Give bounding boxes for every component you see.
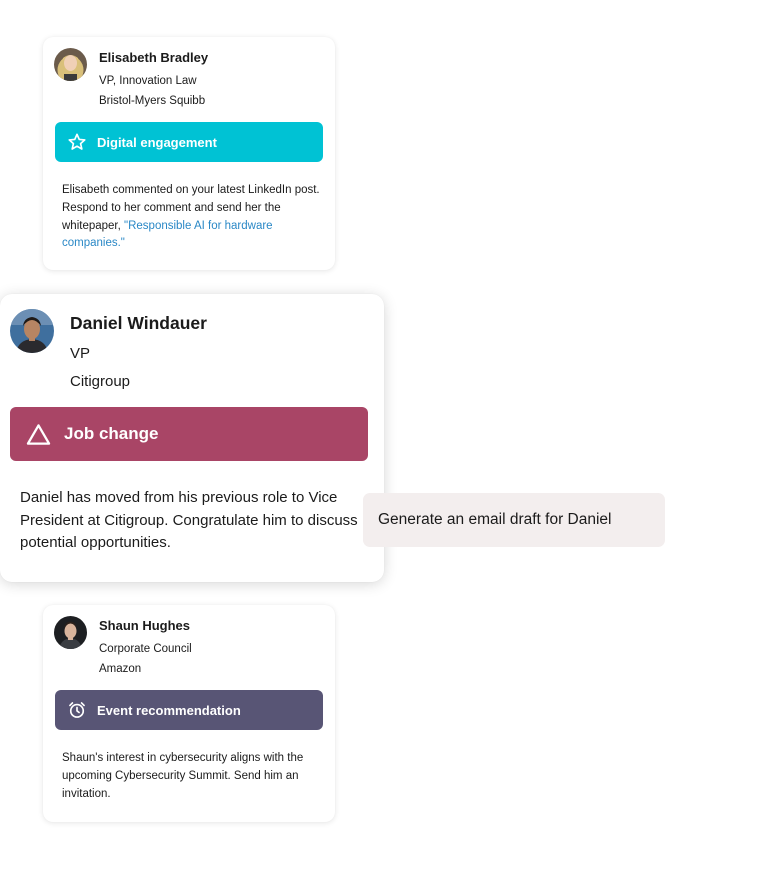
avatar [54, 48, 87, 81]
card-message: Shaun's interest in cybersecurity aligns… [62, 752, 304, 800]
contact-title: VP [70, 345, 91, 362]
contact-card-daniel[interactable]: Daniel Windauer VP Citigroup Job change … [0, 294, 384, 582]
contact-card-elisabeth[interactable]: Elisabeth Bradley VP, Innovation Law Bri… [43, 37, 335, 270]
triangle-icon [25, 421, 51, 447]
contact-name: Shaun Hughes [99, 618, 191, 633]
contact-name: Elisabeth Bradley [99, 50, 209, 65]
card-message: Elisabeth commented on your latest Linke… [62, 182, 324, 253]
contact-company: Amazon [99, 663, 142, 675]
star-icon [66, 131, 88, 153]
banner-label: Job change [64, 424, 159, 443]
alarm-clock-icon [66, 699, 88, 721]
job-change-banner: Job change [10, 407, 368, 461]
card-message: Daniel has moved from his previous role … [20, 489, 358, 551]
contact-title: Corporate Council [99, 643, 192, 655]
contact-company: Citigroup [70, 373, 131, 390]
banner-label: Digital engagement [97, 134, 217, 150]
avatar [54, 616, 87, 649]
generate-email-draft-button[interactable]: Generate an email draft for Daniel [363, 493, 665, 547]
digital-engagement-banner: Digital engagement [55, 122, 323, 162]
event-recommendation-banner: Event recommendation [55, 690, 323, 730]
contact-company: Bristol-Myers Squibb [99, 95, 206, 107]
prompt-suggestion-label: Generate an email draft for Daniel [378, 511, 612, 528]
contact-title: VP, Innovation Law [99, 75, 197, 87]
contact-name: Daniel Windauer [70, 313, 207, 333]
contact-card-shaun[interactable]: Shaun Hughes Corporate Council Amazon Ev… [43, 605, 335, 822]
banner-label: Event recommendation [97, 702, 241, 718]
avatar [10, 309, 54, 353]
